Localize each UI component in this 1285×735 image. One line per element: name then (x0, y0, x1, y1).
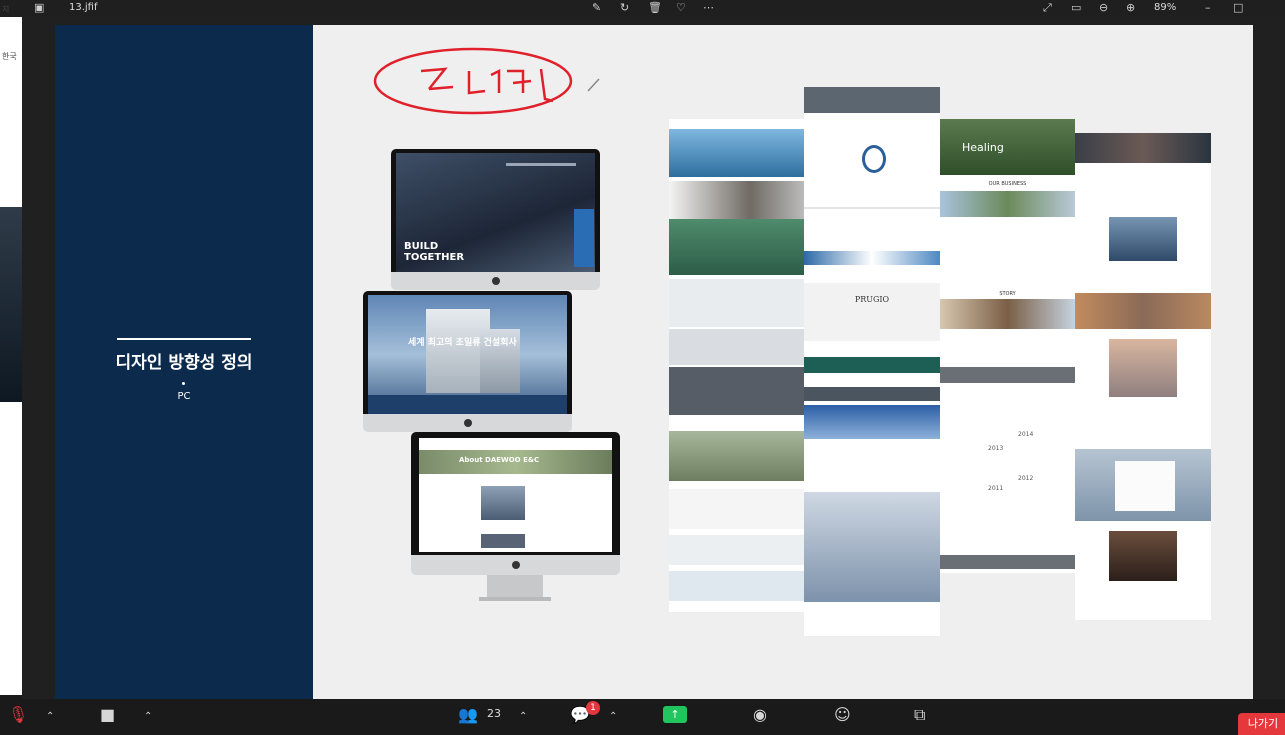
imac-mockup-2: 세계 최고의 초일류 건설회사 (363, 291, 572, 437)
chevron-up-icon[interactable]: ⌃ (519, 711, 527, 722)
file-name: 13.jfif (69, 2, 98, 13)
participants-icon[interactable]: 👥 (458, 705, 478, 724)
slide-subtitle: PC (177, 391, 191, 402)
apple-logo-icon (463, 419, 472, 427)
rotate-icon[interactable]: ↻ (620, 1, 629, 14)
website-collage-col-4 (1075, 133, 1211, 620)
apps-icon[interactable]: ⧉ (914, 705, 925, 725)
fullscreen-icon[interactable]: ⤢ (1043, 1, 1052, 15)
healing-text: Healing (962, 141, 1004, 154)
chevron-up-icon[interactable]: ⌃ (609, 711, 617, 722)
imac-screen-3: About DAEWOO E&C (419, 438, 612, 552)
screen-headline: BUILD (404, 241, 439, 252)
edit-icon[interactable]: ✎ (592, 1, 601, 14)
viewer-toolbar: ▣ 13.jfif ✎ ↻ 🗑 ♡ ⋯ ⤢ ▭ ⊖ ⊕ 89% – □ (0, 0, 1285, 17)
year-label: 2011 (988, 485, 1004, 492)
slide-title: 디자인 방향성 정의 (115, 353, 253, 373)
website-collage-col-1 (669, 119, 804, 612)
screen-headline: TOGETHER (404, 252, 465, 263)
minimize-icon[interactable]: – (1205, 1, 1211, 14)
favorite-icon[interactable]: ♡ (676, 1, 686, 14)
more-icon[interactable]: ⋯ (703, 1, 714, 14)
screen-headline: 세계 최고의 초일류 건설회사 (408, 338, 517, 348)
video-icon[interactable]: ■ (100, 705, 115, 724)
meeting-toolbar: 🎙 ⌃ ■ ⌃ 👥 23 ⌃ 💬 1 ⌃ ↑ ◉ ☺ ⧉ (0, 699, 1285, 735)
zoom-out-icon[interactable]: ⊖ (1099, 1, 1108, 14)
imac-mockup-1: BUILD TOGETHER (391, 149, 600, 295)
annotation-scribble (373, 47, 600, 115)
bg-text: 지 (2, 5, 10, 14)
delete-icon[interactable]: 🗑 (648, 1, 662, 14)
imac-screen-2: 세계 최고의 초일류 건설회사 (368, 295, 567, 414)
website-collage-col-3: Healing OUR BUSINESS STORY 2014 2013 201… (940, 119, 1075, 573)
maximize-icon[interactable]: □ (1233, 1, 1243, 14)
share-screen-icon[interactable]: ↑ (663, 706, 687, 723)
year-label: 2013 (988, 445, 1004, 452)
zoom-in-icon[interactable]: ⊕ (1126, 1, 1135, 14)
mic-muted-icon[interactable]: 🎙 (8, 705, 28, 724)
year-label: 2014 (1018, 431, 1034, 438)
bg-text: 한국 (2, 52, 17, 61)
reactions-icon[interactable]: ☺ (834, 705, 851, 724)
slide: 디자인 방향성 정의 PC BUILD TOGETHER 세계 최고의 초일류 … (55, 25, 1253, 699)
imac-mockup-3: About DAEWOO E&C (411, 432, 620, 607)
imac-screen-1: BUILD TOGETHER (396, 153, 595, 272)
bg-image (0, 207, 22, 402)
year-label: 2012 (1018, 475, 1034, 482)
bullet-dot (182, 382, 185, 385)
zoom-level: 89% (1154, 2, 1177, 13)
business-heading: OUR BUSINESS (988, 181, 1027, 187)
apple-logo-icon (491, 277, 500, 285)
story-heading: STORY (999, 291, 1016, 297)
prugio-logo: PRUGIO (854, 295, 890, 304)
fit-icon[interactable]: ▭ (1071, 1, 1081, 14)
participants-count: 23 (487, 707, 501, 720)
screen-banner: About DAEWOO E&C (459, 456, 540, 464)
chevron-up-icon[interactable]: ⌃ (144, 711, 152, 722)
record-icon[interactable]: ◉ (753, 705, 767, 724)
leave-button[interactable]: 나가기 (1238, 713, 1285, 735)
chat-badge: 1 (586, 701, 600, 715)
title-divider (117, 338, 251, 340)
image-icon[interactable]: ▣ (34, 1, 44, 14)
slide-sidebar: 디자인 방향성 정의 PC (55, 25, 313, 699)
website-collage-col-2: PRUGIO (804, 87, 940, 636)
background-window: 지 한국 (0, 5, 22, 695)
apple-logo-icon (511, 561, 520, 569)
chevron-up-icon[interactable]: ⌃ (46, 711, 54, 722)
